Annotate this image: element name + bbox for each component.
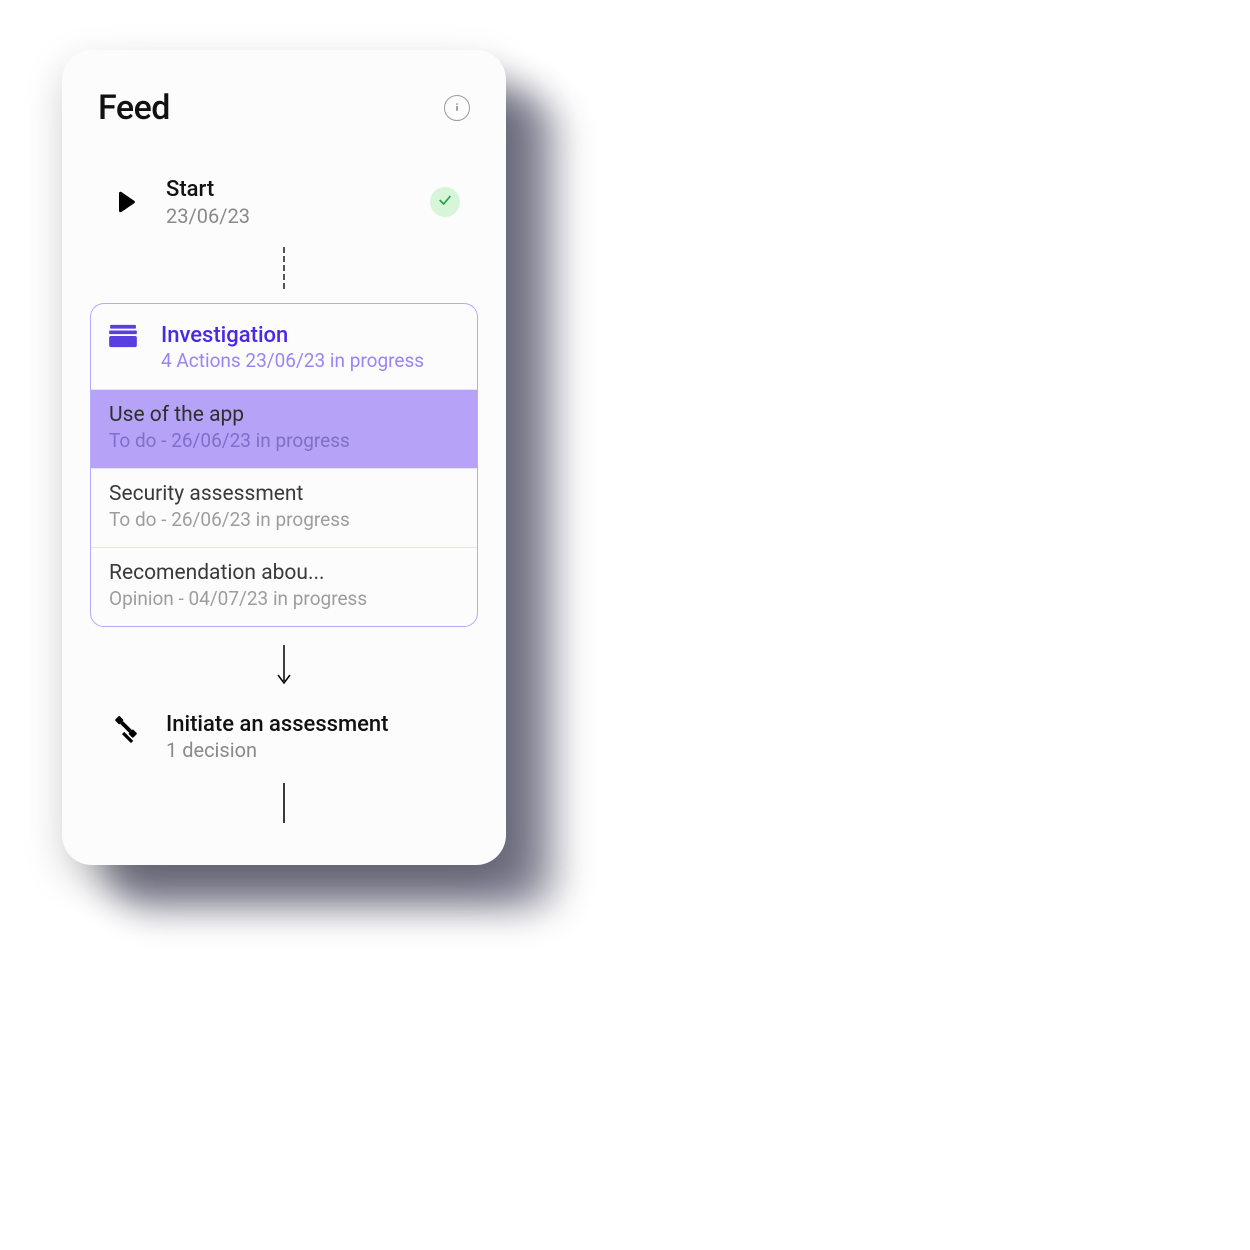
task-sub: Opinion - 04/07/23 in progress bbox=[109, 587, 459, 612]
task-title: Security assessment bbox=[109, 481, 459, 508]
assessment-sub: 1 decision bbox=[166, 738, 388, 763]
start-title: Start bbox=[166, 176, 408, 204]
connector-arrow bbox=[86, 643, 482, 691]
task-title: Recomendation abou... bbox=[109, 560, 459, 587]
connector-dotted bbox=[283, 247, 285, 289]
arrow-down-icon bbox=[275, 643, 293, 691]
task-row[interactable]: Security assessment To do - 26/06/23 in … bbox=[91, 468, 477, 547]
feed-item-start[interactable]: Start 23/06/23 bbox=[94, 170, 474, 235]
task-sub: To do - 26/06/23 in progress bbox=[109, 508, 459, 533]
check-icon bbox=[437, 192, 453, 212]
page-title: Feed bbox=[98, 88, 170, 128]
assessment-title: Initiate an assessment bbox=[166, 711, 388, 739]
investigation-sub: 4 Actions 23/06/23 in progress bbox=[161, 349, 424, 373]
connector-line bbox=[283, 783, 285, 823]
info-button[interactable] bbox=[444, 95, 470, 121]
investigation-title: Investigation bbox=[161, 322, 424, 350]
investigation-header[interactable]: Investigation 4 Actions 23/06/23 in prog… bbox=[91, 304, 477, 389]
feed-card: Feed Start 23/06/23 bbox=[62, 50, 506, 865]
task-row[interactable]: Recomendation abou... Opinion - 04/07/23… bbox=[91, 547, 477, 626]
start-date: 23/06/23 bbox=[166, 204, 408, 229]
info-icon bbox=[451, 101, 463, 116]
task-sub: To do - 26/06/23 in progress bbox=[109, 429, 459, 454]
feed-item-investigation: Investigation 4 Actions 23/06/23 in prog… bbox=[90, 303, 478, 627]
feed-item-assessment[interactable]: Initiate an assessment 1 decision bbox=[94, 705, 474, 770]
gavel-icon bbox=[108, 711, 144, 747]
task-title: Use of the app bbox=[109, 402, 459, 429]
status-done-badge bbox=[430, 187, 460, 217]
play-icon bbox=[108, 184, 144, 220]
task-row[interactable]: Use of the app To do - 26/06/23 in progr… bbox=[91, 389, 477, 468]
folder-stack-icon bbox=[109, 324, 139, 354]
